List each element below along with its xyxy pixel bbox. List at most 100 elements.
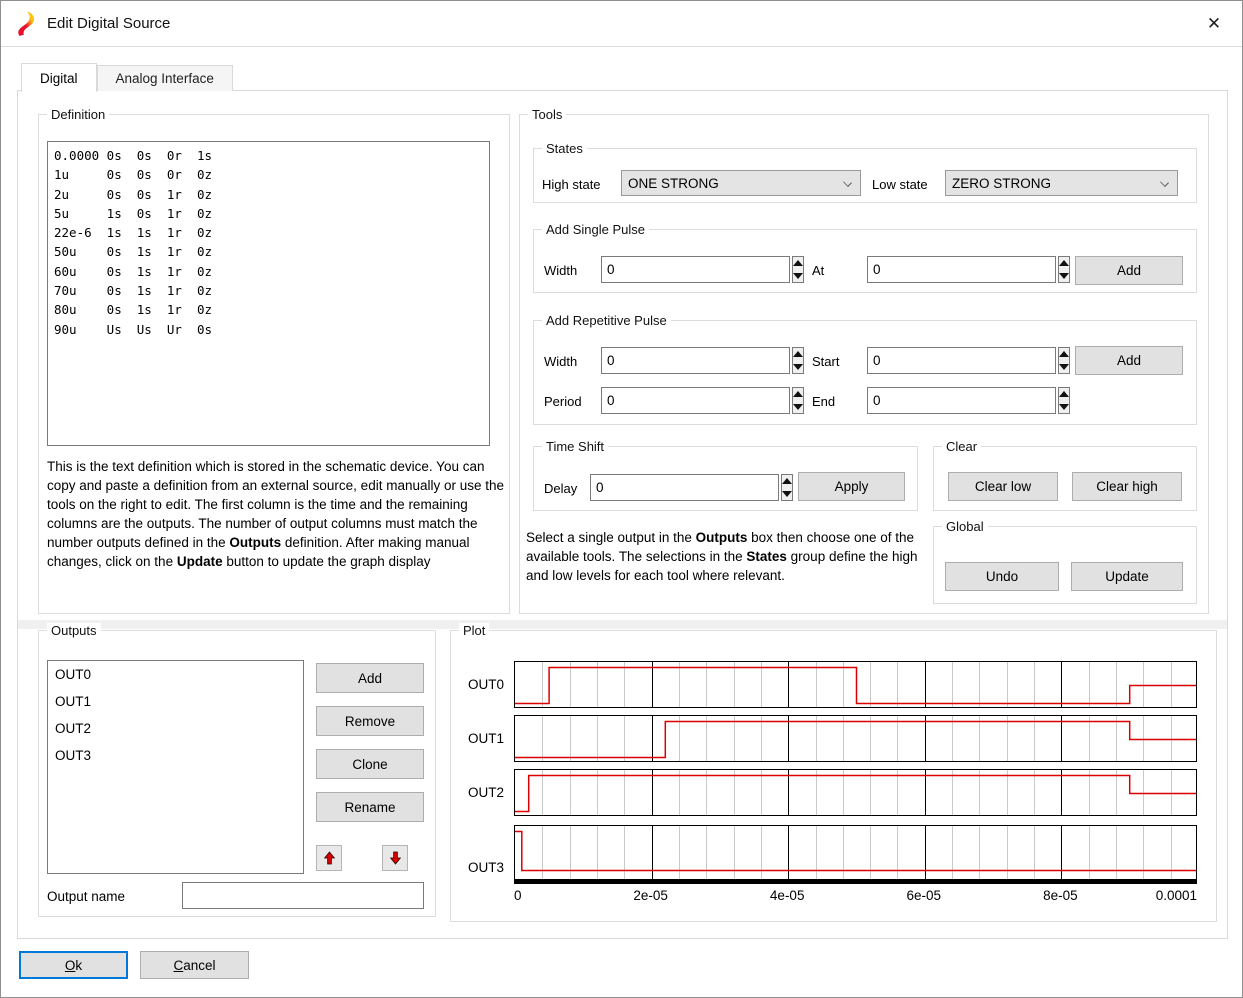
cancel-button[interactable]: Cancel — [140, 951, 249, 979]
spin-down-button[interactable] — [1059, 401, 1069, 414]
single-at-input[interactable] — [867, 256, 1056, 283]
plot-row: OUT3 — [514, 825, 1197, 880]
clear-low-button[interactable]: Clear low — [948, 472, 1058, 501]
spin-up-button[interactable] — [1059, 257, 1069, 270]
spinner — [1058, 347, 1070, 374]
tab-page: Definition 0.0000 0s 0s 0r 1s 1u 0s 0s 0… — [17, 90, 1228, 939]
spin-up-button[interactable] — [1059, 388, 1069, 401]
move-up-button[interactable] — [316, 845, 342, 871]
spin-up-button[interactable] — [782, 475, 792, 488]
up-triangle-icon — [793, 391, 803, 397]
up-triangle-icon — [1059, 351, 1069, 357]
spin-up-button[interactable] — [793, 388, 803, 401]
down-triangle-icon — [1059, 364, 1069, 370]
low-state-select[interactable]: ZERO STRONG — [945, 170, 1178, 196]
low-state-value: ZERO STRONG — [952, 176, 1051, 191]
spinner — [1058, 387, 1070, 414]
down-triangle-icon — [793, 273, 803, 279]
update-button[interactable]: Update — [1071, 562, 1183, 591]
plot-row: OUT0 — [514, 661, 1197, 708]
tools-group: Tools States High state ONE STRONG Low s… — [519, 114, 1209, 614]
plot-group: Plot OUT0OUT1OUT2OUT3 02e-054e-056e-058e… — [450, 630, 1217, 922]
waveform-plot — [514, 769, 1197, 816]
output-list-item[interactable]: OUT1 — [48, 688, 303, 715]
outputs-group: Outputs OUT0OUT1OUT2OUT3 Add Remove Clon… — [38, 630, 436, 917]
spin-down-button[interactable] — [793, 401, 803, 414]
output-name-input[interactable] — [182, 882, 424, 909]
waveform-plot — [514, 715, 1197, 762]
waveform-plot — [514, 661, 1197, 708]
spin-up-button[interactable] — [793, 348, 803, 361]
delay-input[interactable] — [590, 474, 779, 501]
ok-button[interactable]: Ok — [19, 951, 128, 979]
app-logo-icon — [14, 11, 40, 37]
clear-high-button[interactable]: Clear high — [1072, 472, 1182, 501]
clear-group: Clear Clear low Clear high — [933, 446, 1197, 511]
spinner — [792, 347, 804, 374]
repetitive-pulse-add-button[interactable]: Add — [1075, 346, 1183, 375]
apply-button[interactable]: Apply — [798, 472, 905, 501]
output-clone-button[interactable]: Clone — [316, 749, 424, 779]
definition-text-editor[interactable]: 0.0000 0s 0s 0r 1s 1u 0s 0s 0r 0z 2u 0s … — [47, 141, 490, 446]
rep-width-input[interactable] — [601, 347, 790, 374]
single-at-label: At — [812, 263, 824, 278]
axis-tick-label: 0.0001 — [1156, 888, 1197, 903]
rep-start-input[interactable] — [867, 347, 1056, 374]
definition-group: Definition 0.0000 0s 0s 0r 1s 1u 0s 0s 0… — [38, 114, 510, 614]
waveform-plot — [514, 825, 1197, 880]
up-triangle-icon — [793, 351, 803, 357]
rep-end-input[interactable] — [867, 387, 1056, 414]
axis-tick-label: 4e-05 — [770, 888, 805, 903]
tab-digital[interactable]: Digital — [21, 63, 97, 92]
single-pulse-add-button[interactable]: Add — [1075, 256, 1183, 285]
high-state-select[interactable]: ONE STRONG — [621, 170, 861, 196]
spin-down-button[interactable] — [782, 488, 792, 501]
delay-label: Delay — [544, 481, 577, 496]
splitter — [18, 620, 1227, 629]
spin-down-button[interactable] — [1059, 270, 1069, 283]
output-remove-button[interactable]: Remove — [316, 706, 424, 736]
plot-axis-labels: 02e-054e-056e-058e-050.0001 — [514, 888, 1197, 906]
rep-period-input[interactable] — [601, 387, 790, 414]
output-rename-button[interactable]: Rename — [316, 792, 424, 822]
plot-trace-label: OUT1 — [468, 731, 510, 746]
spinner — [1058, 256, 1070, 283]
plot-group-label: Plot — [459, 623, 489, 638]
add-single-pulse-group: Add Single Pulse Width At — [533, 229, 1197, 293]
output-list-item[interactable]: OUT2 — [48, 715, 303, 742]
rep-start-label: Start — [812, 354, 839, 369]
time-shift-group: Time Shift Delay Apply — [533, 446, 918, 511]
single-width-spinedit — [601, 256, 799, 283]
spin-up-button[interactable] — [1059, 348, 1069, 361]
up-triangle-icon — [782, 478, 792, 484]
spin-down-button[interactable] — [793, 270, 803, 283]
down-triangle-icon — [793, 404, 803, 410]
single-width-input[interactable] — [601, 256, 790, 283]
axis-tick-label: 8e-05 — [1043, 888, 1078, 903]
plot-row: OUT2 — [514, 769, 1197, 816]
up-triangle-icon — [1059, 391, 1069, 397]
states-group: States High state ONE STRONG Low state Z… — [533, 148, 1197, 203]
plot-trace-label: OUT3 — [468, 860, 510, 875]
undo-button[interactable]: Undo — [945, 562, 1059, 591]
down-triangle-icon — [1059, 273, 1069, 279]
plot-time-axis — [514, 880, 1197, 884]
rep-period-spinedit — [601, 387, 799, 414]
close-icon[interactable]: ✕ — [1200, 11, 1228, 37]
output-list-item[interactable]: OUT0 — [48, 661, 303, 688]
outputs-list[interactable]: OUT0OUT1OUT2OUT3 — [47, 660, 304, 874]
spin-up-button[interactable] — [793, 257, 803, 270]
output-add-button[interactable]: Add — [316, 663, 424, 693]
tab-analog-interface[interactable]: Analog Interface — [97, 65, 233, 91]
spin-down-button[interactable] — [1059, 361, 1069, 374]
axis-tick-label: 2e-05 — [633, 888, 668, 903]
edit-digital-source-dialog: Edit Digital Source ✕ Digital Analog Int… — [0, 0, 1243, 998]
move-down-button[interactable] — [382, 845, 408, 871]
output-list-item[interactable]: OUT3 — [48, 742, 303, 769]
rep-end-label: End — [812, 394, 835, 409]
tools-group-label: Tools — [528, 107, 566, 122]
spinner — [792, 387, 804, 414]
spin-down-button[interactable] — [793, 361, 803, 374]
axis-tick-label: 6e-05 — [907, 888, 942, 903]
low-state-label: Low state — [872, 177, 928, 192]
